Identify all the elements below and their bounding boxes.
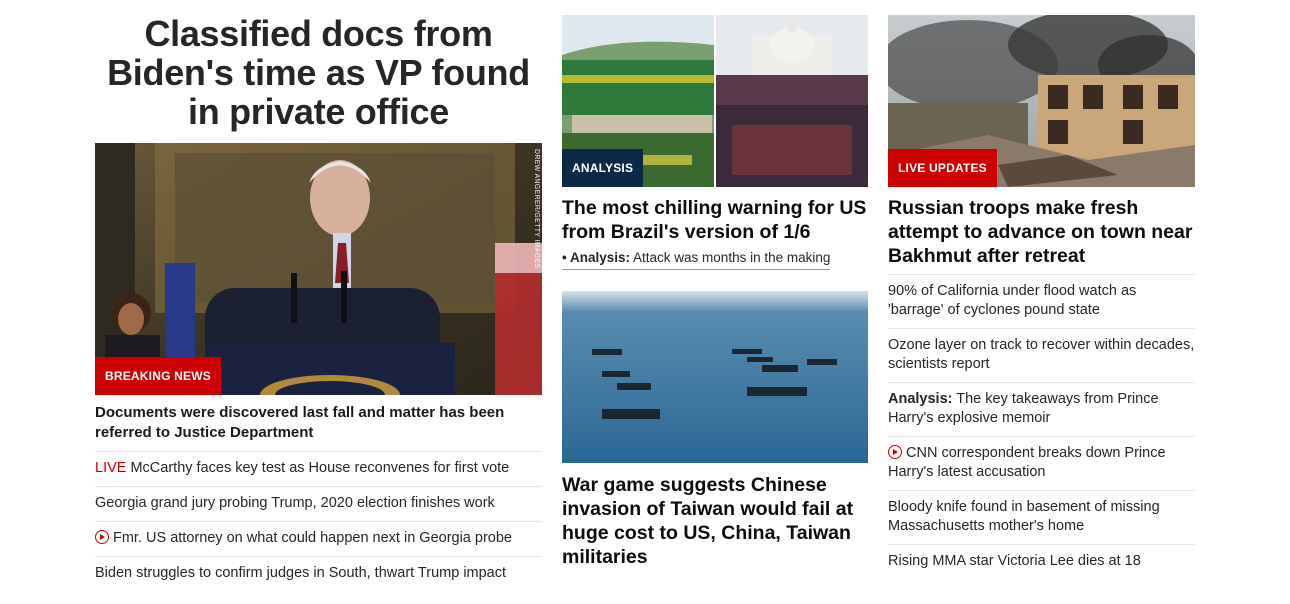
list-item[interactable]: Analysis: The key takeaways from Prince … [888, 383, 1195, 437]
list-item[interactable]: Georgia grand jury probing Trump, 2020 e… [95, 487, 542, 522]
play-icon [888, 445, 902, 459]
lead-headline[interactable]: Classified docs from Biden's time as VP … [95, 14, 542, 131]
breaking-news-badge: BREAKING NEWS [95, 357, 221, 395]
analysis-link[interactable]: • Analysis: Attack was months in the mak… [562, 249, 831, 270]
list-item-text: CNN correspondent breaks down Prince Har… [888, 445, 1166, 480]
lead-subheadline[interactable]: Documents were discovered last fall and … [95, 395, 542, 452]
list-item-text: Ozone layer on track to recover within d… [888, 337, 1195, 372]
list-item-text: Fmr. US attorney on what could happen ne… [113, 530, 512, 546]
middle-column: ANALYSIS The most chilling warning for U… [562, 0, 868, 569]
analysis-badge: ANALYSIS [562, 149, 644, 187]
list-item[interactable]: Fmr. US attorney on what could happen ne… [95, 522, 542, 557]
list-item-text: 90% of California under flood watch as '… [888, 283, 1137, 318]
lead-story-list: LIVE McCarthy faces key test as House re… [95, 452, 542, 591]
list-item-text: Bloody knife found in basement of missin… [888, 499, 1160, 534]
live-label: LIVE [95, 460, 127, 476]
lead-image[interactable]: BREAKING NEWS DREW ANGERER/GETTY IMAGES [95, 143, 542, 395]
photo-credit: DREW ANGERER/GETTY IMAGES [533, 149, 540, 269]
list-item-text: McCarthy faces key test as House reconve… [130, 460, 510, 476]
list-item[interactable]: LIVE McCarthy faces key test as House re… [95, 452, 542, 487]
taiwan-headline[interactable]: War game suggests Chinese invasion of Ta… [562, 463, 868, 569]
lead-headline-link[interactable]: Classified docs from Biden's time as VP … [107, 13, 530, 132]
list-item[interactable]: Biden struggles to confirm judges in Sou… [95, 557, 542, 591]
list-item[interactable]: Bloody knife found in basement of missin… [888, 491, 1195, 545]
live-updates-badge: LIVE UPDATES [888, 149, 997, 187]
list-item-text: Biden struggles to confirm judges in Sou… [95, 565, 507, 581]
right-story-list: 90% of California under flood watch as '… [888, 275, 1195, 579]
list-item-text: Rising MMA star Victoria Lee dies at 18 [888, 553, 1141, 569]
bakhmut-headline[interactable]: Russian troops make fresh attempt to adv… [888, 187, 1195, 275]
brazil-image[interactable]: ANALYSIS [562, 15, 868, 187]
bakhmut-image[interactable]: LIVE UPDATES [888, 15, 1195, 187]
list-item[interactable]: Ozone layer on track to recover within d… [888, 329, 1195, 383]
taiwan-image[interactable] [562, 291, 868, 463]
analysis-text: Attack was months in the making [633, 250, 831, 265]
list-item[interactable]: Rising MMA star Victoria Lee dies at 18 [888, 545, 1195, 579]
ocean-vehicles-photo [562, 291, 868, 463]
right-column: LIVE UPDATES Russian troops make fresh a… [888, 0, 1195, 579]
list-item-text: Georgia grand jury probing Trump, 2020 e… [95, 495, 495, 511]
list-item[interactable]: 90% of California under flood watch as '… [888, 275, 1195, 329]
play-icon [95, 530, 109, 544]
list-item[interactable]: CNN correspondent breaks down Prince Har… [888, 437, 1195, 491]
brazil-headline[interactable]: The most chilling warning for US from Br… [562, 187, 868, 244]
analysis-prefix: • Analysis: [562, 250, 631, 265]
analysis-label: Analysis: [888, 391, 953, 407]
lead-column: Classified docs from Biden's time as VP … [95, 0, 542, 591]
